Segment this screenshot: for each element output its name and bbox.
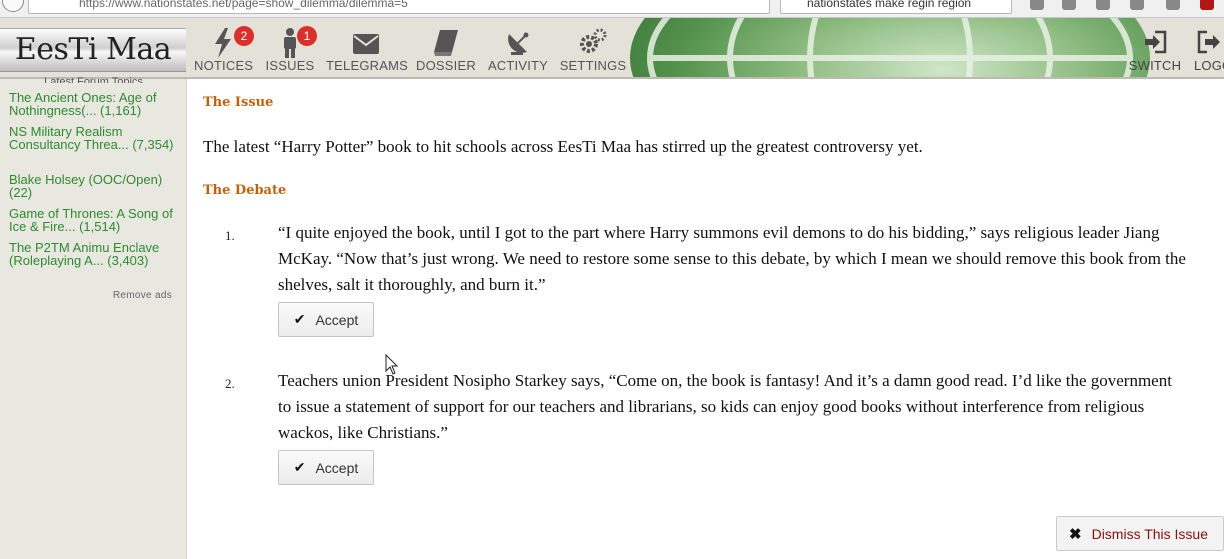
option-number: 1. xyxy=(225,228,235,243)
downloads-icon[interactable] xyxy=(1130,0,1144,10)
nav-dossier-label: DOSSIER xyxy=(416,58,476,73)
logout-icon xyxy=(1194,24,1224,58)
issue-heading: The Issue xyxy=(203,95,274,110)
close-icon: ✖ xyxy=(1069,525,1082,543)
satellite-dish-icon xyxy=(486,24,550,58)
url-text: https://www.nationstates.net/page=show_d… xyxy=(79,0,408,10)
remove-ads-link[interactable]: Remove ads xyxy=(0,290,172,301)
switch-nation-icon xyxy=(1126,24,1184,58)
nav-notices[interactable]: 2 NOTICES xyxy=(194,24,254,77)
browser-search-input[interactable]: nationstates make regin region xyxy=(780,0,1012,14)
browser-toolbar: https://www.nationstates.net/page=show_d… xyxy=(0,0,1224,18)
lightning-icon: 2 xyxy=(194,24,254,58)
option-number: 2. xyxy=(225,376,235,391)
issue-description: The latest “Harry Potter” book to hit sc… xyxy=(203,137,923,156)
accept-label: Accept xyxy=(315,311,359,328)
nav-settings[interactable]: SETTINGS xyxy=(558,24,628,77)
nav-switch-label: SWITCH xyxy=(1128,58,1182,73)
account-icon[interactable] xyxy=(1166,0,1180,10)
gears-icon xyxy=(558,24,628,58)
nav-telegrams[interactable]: TELEGRAMS xyxy=(326,24,408,77)
person-icon: 1 xyxy=(264,24,317,58)
book-icon xyxy=(414,24,478,58)
extension-icon[interactable] xyxy=(1200,0,1214,10)
accept-option-2-button[interactable]: ✔ Accept xyxy=(278,450,374,485)
option-text: Teachers union President Nosipho Starkey… xyxy=(278,371,1172,442)
back-button[interactable] xyxy=(2,0,24,12)
forum-topic-link[interactable]: Blake Holsey (OOC/Open) (22) xyxy=(9,173,181,199)
site-banner: EesTi Maa 2 NOTICES 1 ISSUES TELEGRAMS D… xyxy=(0,18,1224,79)
pocket-icon[interactable] xyxy=(1096,0,1110,10)
option-text: “I quite enjoyed the book, until I got t… xyxy=(278,223,1186,294)
bookmark-icon[interactable] xyxy=(1030,0,1044,10)
issues-badge: 1 xyxy=(297,26,317,46)
nav-settings-label: SETTINGS xyxy=(559,58,627,73)
accept-option-1-button[interactable]: ✔ Accept xyxy=(278,302,374,337)
nav-issues[interactable]: 1 ISSUES xyxy=(264,24,317,77)
left-sidebar: Latest Forum Topics The Ancient Ones: Ag… xyxy=(0,76,187,559)
search-query-text: nationstates make regin region xyxy=(807,0,972,10)
nation-name-logo[interactable]: EesTi Maa xyxy=(0,28,186,72)
forum-topic-link[interactable]: NS Military Realism Consultancy Threa...… xyxy=(9,125,181,151)
accept-label: Accept xyxy=(315,459,359,476)
nav-activity-label: ACTIVITY xyxy=(487,58,549,73)
envelope-icon xyxy=(326,24,406,58)
forum-topics-heading: Latest Forum Topics xyxy=(44,76,143,83)
nav-notices-label: NOTICES xyxy=(194,58,254,73)
nav-issues-label: ISSUES xyxy=(265,58,315,73)
forum-topic-link[interactable]: The Ancient Ones: Age of Nothingness(...… xyxy=(9,91,181,117)
mouse-cursor-icon xyxy=(385,354,399,375)
forum-topic-link[interactable]: The P2TM Animu Enclave (Roleplaying A...… xyxy=(9,241,181,267)
notices-badge: 2 xyxy=(234,26,254,46)
library-icon[interactable] xyxy=(1062,0,1076,10)
nav-logout-label: LOGOUT xyxy=(1194,58,1224,73)
dismiss-label: Dismiss This Issue xyxy=(1091,525,1209,542)
dismiss-issue-button[interactable]: ✖ Dismiss This Issue xyxy=(1056,516,1224,551)
nav-activity[interactable]: ACTIVITY xyxy=(486,24,550,77)
nav-logout[interactable]: LOGOUT xyxy=(1194,24,1224,77)
url-bar[interactable]: https://www.nationstates.net/page=show_d… xyxy=(28,0,770,14)
forum-topic-link[interactable]: Game of Thrones: A Song of Ice & Fire...… xyxy=(9,207,181,233)
checkmark-icon: ✔ xyxy=(293,311,306,327)
nav-switch[interactable]: SWITCH xyxy=(1126,24,1184,77)
checkmark-icon: ✔ xyxy=(293,459,306,475)
nav-dossier[interactable]: DOSSIER xyxy=(414,24,478,77)
globe-grid-lines xyxy=(647,18,1133,77)
nav-telegrams-label: TELEGRAMS xyxy=(326,58,408,73)
debate-heading: The Debate xyxy=(203,183,287,198)
